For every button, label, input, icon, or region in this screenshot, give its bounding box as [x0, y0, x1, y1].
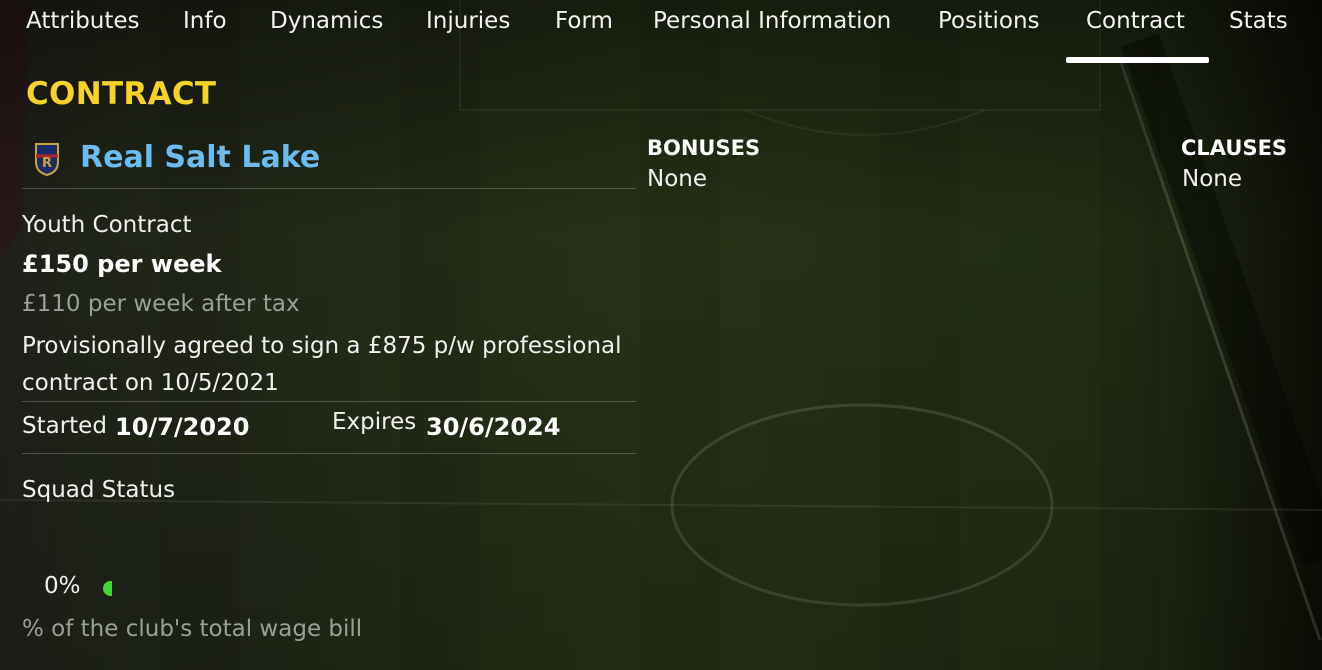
bonuses-heading: BONUSES — [647, 136, 761, 160]
pro-contract-note: Provisionally agreed to sign a £875 p/w … — [22, 333, 622, 396]
tab-contract[interactable]: Contract — [1086, 8, 1185, 34]
wage-bill-percent: 0% — [44, 573, 81, 599]
wage-bill-indicator — [103, 581, 112, 596]
club-crest-icon[interactable]: R — [34, 142, 60, 176]
tab-personal-information[interactable]: Personal Information — [653, 8, 891, 34]
contract-type: Youth Contract — [22, 212, 192, 238]
clauses-heading: CLAUSES — [1181, 136, 1288, 160]
tab-positions[interactable]: Positions — [938, 8, 1040, 34]
active-tab-indicator — [1066, 57, 1209, 63]
squad-status-label: Squad Status — [22, 477, 176, 503]
expires-label: Expires — [332, 409, 417, 435]
svg-text:R: R — [42, 156, 52, 171]
club-link[interactable]: Real Salt Lake — [80, 140, 320, 175]
section-title: CONTRACT — [26, 76, 217, 112]
started-date: 10/7/2020 — [115, 413, 250, 441]
club-row: R Real Salt Lake — [22, 138, 636, 189]
bonuses-value: None — [647, 166, 708, 192]
tab-attributes[interactable]: Attributes — [26, 8, 140, 34]
tab-injuries[interactable]: Injuries — [426, 8, 510, 34]
weekly-wage: £150 per week — [22, 250, 222, 278]
expires-date: 30/6/2024 — [426, 413, 561, 441]
tab-info[interactable]: Info — [183, 8, 227, 34]
tab-form[interactable]: Form — [555, 8, 613, 34]
tab-dynamics[interactable]: Dynamics — [270, 8, 383, 34]
clauses-value: None — [1182, 166, 1243, 192]
divider — [22, 401, 636, 402]
wage-after-tax: £110 per week after tax — [22, 291, 300, 317]
started-label: Started — [22, 413, 107, 439]
divider — [22, 453, 636, 454]
profile-tab-bar: Attributes Info Dynamics Injuries Form P… — [0, 0, 1322, 64]
tab-stats[interactable]: Stats — [1229, 8, 1288, 34]
wage-bill-label: % of the club's total wage bill — [22, 616, 363, 642]
